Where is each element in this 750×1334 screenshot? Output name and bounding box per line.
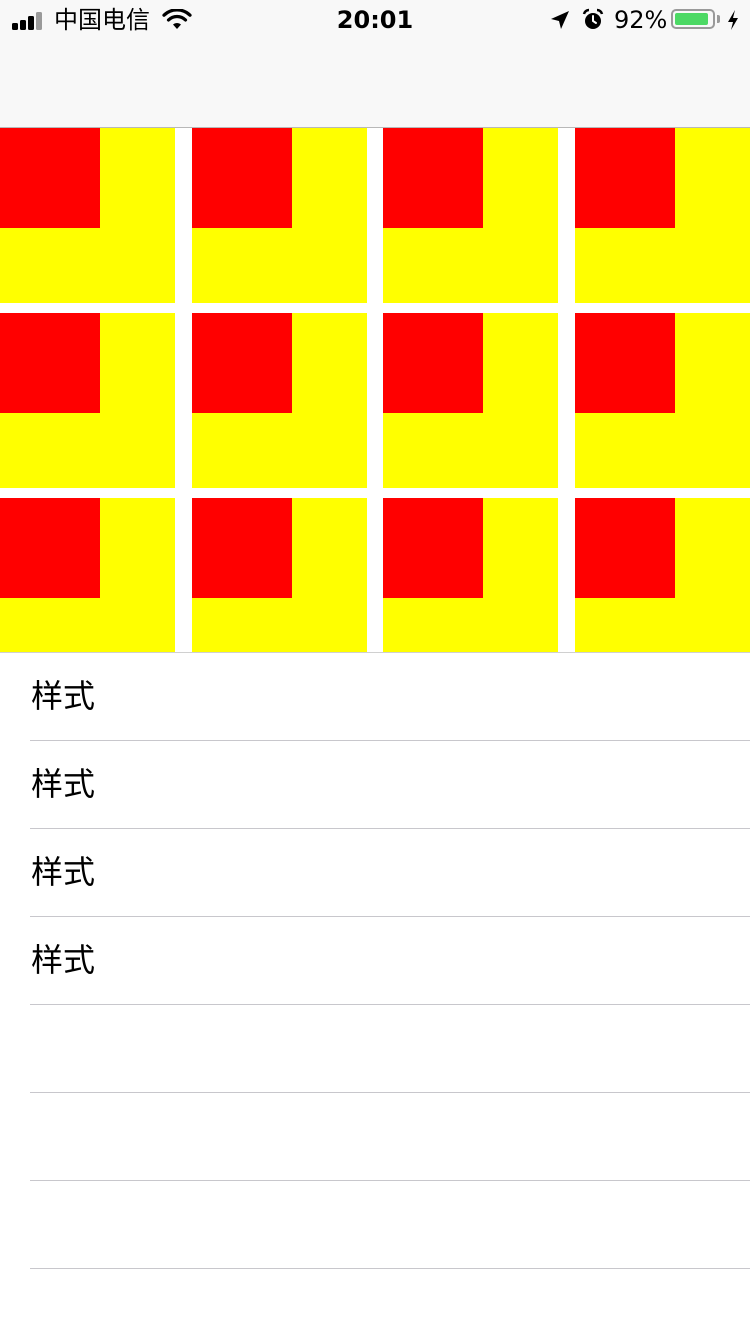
grid-cell-inner-square xyxy=(0,498,100,598)
grid-cell-inner-square xyxy=(192,498,292,598)
grid-cell-inner-square xyxy=(192,313,292,413)
list-item[interactable]: 样式 xyxy=(0,829,750,917)
list-item-label: 样式 xyxy=(31,941,96,979)
grid-cell-inner-square xyxy=(0,128,100,228)
grid-cell[interactable] xyxy=(575,498,750,652)
list-item[interactable]: 样式 xyxy=(0,653,750,741)
battery-level xyxy=(675,13,709,25)
grid-cell[interactable] xyxy=(383,313,558,488)
list-item-label: 样式 xyxy=(31,677,96,715)
grid-cell[interactable] xyxy=(192,498,367,652)
list-item[interactable]: 样式 xyxy=(0,917,750,1005)
grid-cell-inner-square xyxy=(383,128,483,228)
grid-cell[interactable] xyxy=(575,313,750,488)
grid-cell[interactable] xyxy=(0,498,175,652)
grid-cell[interactable] xyxy=(192,128,367,303)
charging-icon xyxy=(728,10,738,30)
list-item[interactable] xyxy=(0,1005,750,1093)
grid-cell[interactable] xyxy=(575,128,750,303)
status-bar: 中国电信 20:01 92% xyxy=(0,0,750,40)
grid-cell-inner-square xyxy=(383,313,483,413)
battery-cap xyxy=(717,15,720,23)
grid-cell[interactable] xyxy=(0,313,175,488)
location-icon xyxy=(551,11,569,29)
list-item[interactable] xyxy=(0,1093,750,1181)
battery-icon xyxy=(671,9,715,29)
style-list: 样式 样式 样式 样式 xyxy=(0,653,750,1269)
grid-cell[interactable] xyxy=(192,313,367,488)
grid-cell-inner-square xyxy=(575,313,675,413)
list-item[interactable] xyxy=(0,1181,750,1269)
grid-cell-inner-square xyxy=(192,128,292,228)
grid-cell-inner-square xyxy=(575,128,675,228)
list-item-label: 样式 xyxy=(31,853,96,891)
grid-cell[interactable] xyxy=(383,498,558,652)
list-item[interactable]: 样式 xyxy=(0,741,750,829)
grid-cell[interactable] xyxy=(383,128,558,303)
navigation-bar xyxy=(0,40,750,128)
collection-grid xyxy=(0,128,750,652)
row-separator xyxy=(30,1268,750,1269)
grid-cell-inner-square xyxy=(383,498,483,598)
list-item-label: 样式 xyxy=(31,765,96,803)
alarm-icon xyxy=(582,8,604,29)
battery-percent: 92% xyxy=(614,6,668,34)
grid-cell-inner-square xyxy=(0,313,100,413)
grid-cell[interactable] xyxy=(0,128,175,303)
grid-cell-inner-square xyxy=(575,498,675,598)
